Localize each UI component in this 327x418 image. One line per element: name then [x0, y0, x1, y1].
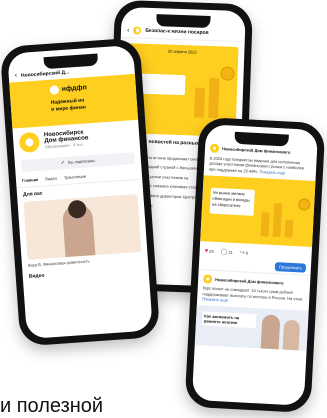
show-more-link[interactable]: Показать ещё	[202, 296, 228, 302]
group-avatar	[209, 143, 220, 153]
group-name: Новосибирский Дом финансового	[221, 146, 291, 155]
banner-line: в мире финан	[50, 104, 87, 113]
bottom-banner-text: Как экономить на ремонте ипотеке	[201, 311, 257, 329]
share-count: 6	[245, 250, 249, 256]
post-banner: На рынке мелкие облигации и вклады на сб…	[200, 175, 316, 248]
tab-streams[interactable]: Трансляции	[64, 174, 86, 181]
check-icon: ✓	[60, 159, 66, 167]
share-button[interactable]: ↪ 6	[240, 249, 249, 256]
heart-icon: ♥	[204, 248, 209, 255]
back-arrow-icon[interactable]: ‹	[14, 72, 17, 79]
group-name: Новосибирский Дом финансового	[215, 277, 284, 286]
back-arrow-icon[interactable]: ‹	[127, 27, 130, 34]
post-date: 20 апреля 2023	[167, 48, 197, 55]
tab-main[interactable]: Главная	[22, 177, 39, 184]
person-image	[260, 314, 281, 350]
phone-front: Новосибирский Дом финансового В 2024 год…	[184, 116, 326, 414]
comment-count: 21	[228, 249, 233, 255]
tab-video[interactable]: Видео	[45, 176, 57, 182]
like-button[interactable]: ♥ 29	[205, 248, 214, 254]
phone-notch	[156, 14, 211, 29]
show-more-link[interactable]: Показать ещё	[259, 169, 285, 175]
caption-text: и полезной	[0, 395, 104, 417]
subscribe-label: Вы подписаны	[67, 158, 96, 166]
group-avatar	[202, 274, 213, 284]
group-banner: нфдфп Надежный ин в мире финан	[9, 73, 139, 129]
bottom-banner: Как экономить на ремонте ипотеке	[194, 305, 309, 352]
banner-brand: нфдфп	[61, 84, 88, 94]
share-icon: ↪	[239, 250, 245, 257]
phone-left: ‹ Новосибирский Д... нфдфп Надежный ин в…	[0, 37, 161, 347]
video-card[interactable]	[23, 194, 142, 261]
page-title: Новосибирский Д...	[20, 68, 70, 79]
like-count: 29	[209, 248, 214, 254]
brand-logo-icon	[49, 85, 60, 95]
continue-button[interactable]: Продолжить	[274, 262, 307, 273]
person-image	[282, 319, 301, 351]
page-url: Безопас-к жизни посаров	[145, 27, 209, 36]
comment-button[interactable]: ◯ 21	[220, 248, 233, 256]
group-logo-icon	[133, 26, 142, 35]
phone-front-screen: Новосибирский Дом финансового В 2024 год…	[191, 124, 319, 406]
comment-icon: ◯	[220, 249, 228, 256]
group-avatar	[18, 131, 41, 154]
phone-left-screen: ‹ Новосибирский Д... нфдфп Надежный ин в…	[7, 44, 153, 340]
